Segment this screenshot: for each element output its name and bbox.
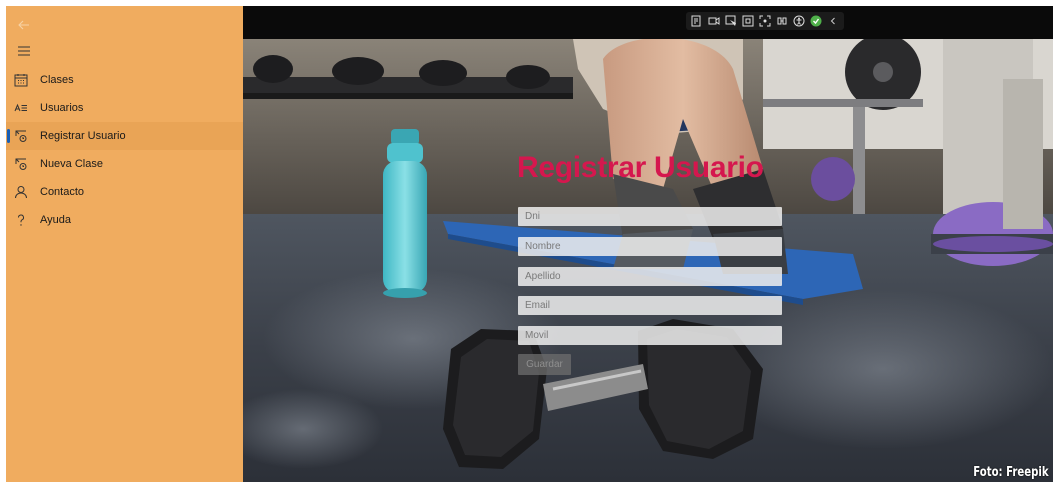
nav-item-contacto[interactable]: Contacto <box>6 178 243 206</box>
select-element-icon[interactable] <box>724 14 738 28</box>
nav-item-label: Clases <box>40 74 74 86</box>
nav-item-label: Nueva Clase <box>40 158 103 170</box>
page-title: Registrar Usuario <box>517 151 764 184</box>
nav-menu: Clases Usuarios Registrar Usuario Nueva … <box>6 66 243 234</box>
nav-item-clases[interactable]: Clases <box>6 66 243 94</box>
selection-indicator <box>7 129 10 143</box>
email-input[interactable] <box>518 296 782 315</box>
nav-item-nueva-clase[interactable]: Nueva Clase <box>6 150 243 178</box>
nav-item-label: Contacto <box>40 186 85 198</box>
collapse-chevron-icon[interactable] <box>826 14 840 28</box>
nav-item-label: Ayuda <box>40 214 71 226</box>
nombre-input[interactable] <box>518 237 782 256</box>
binding-icon[interactable] <box>775 14 789 28</box>
nav-item-usuarios[interactable]: Usuarios <box>6 94 243 122</box>
calendar-icon <box>14 74 28 87</box>
nav-item-label: Usuarios <box>40 102 84 114</box>
movil-input[interactable] <box>518 326 782 345</box>
guardar-button[interactable]: Guardar <box>518 354 571 375</box>
track-focus-icon[interactable] <box>758 14 772 28</box>
main-content: Registrar Usuario Guardar Foto: Freepik <box>243 39 1053 482</box>
nav-item-ayuda[interactable]: Ayuda <box>6 206 243 234</box>
layout-adorner-icon[interactable] <box>741 14 755 28</box>
photo-credit: Foto: Freepik <box>973 465 1049 480</box>
navigation-pane: Clases Usuarios Registrar Usuario Nueva … <box>6 6 243 482</box>
video-icon[interactable] <box>707 14 721 28</box>
accessibility-icon[interactable] <box>792 14 806 28</box>
list-icon <box>14 103 27 112</box>
hamburger-menu-icon[interactable] <box>16 44 32 58</box>
live-visual-tree-icon[interactable] <box>690 14 704 28</box>
register-icon <box>15 158 27 170</box>
nav-item-registrar-usuario[interactable]: Registrar Usuario <box>6 122 243 150</box>
back-arrow-icon[interactable] <box>16 17 32 33</box>
debug-toolbar <box>686 12 844 30</box>
apellido-input[interactable] <box>518 267 782 286</box>
title-bar <box>243 6 1053 39</box>
nav-item-label: Registrar Usuario <box>40 130 126 142</box>
dni-input[interactable] <box>518 207 782 226</box>
gym-background-photo <box>243 39 1053 482</box>
help-icon <box>18 214 24 226</box>
app-window: Clases Usuarios Registrar Usuario Nueva … <box>6 6 1053 482</box>
check-icon[interactable] <box>809 14 823 28</box>
person-icon <box>15 186 27 199</box>
register-icon <box>15 130 27 142</box>
